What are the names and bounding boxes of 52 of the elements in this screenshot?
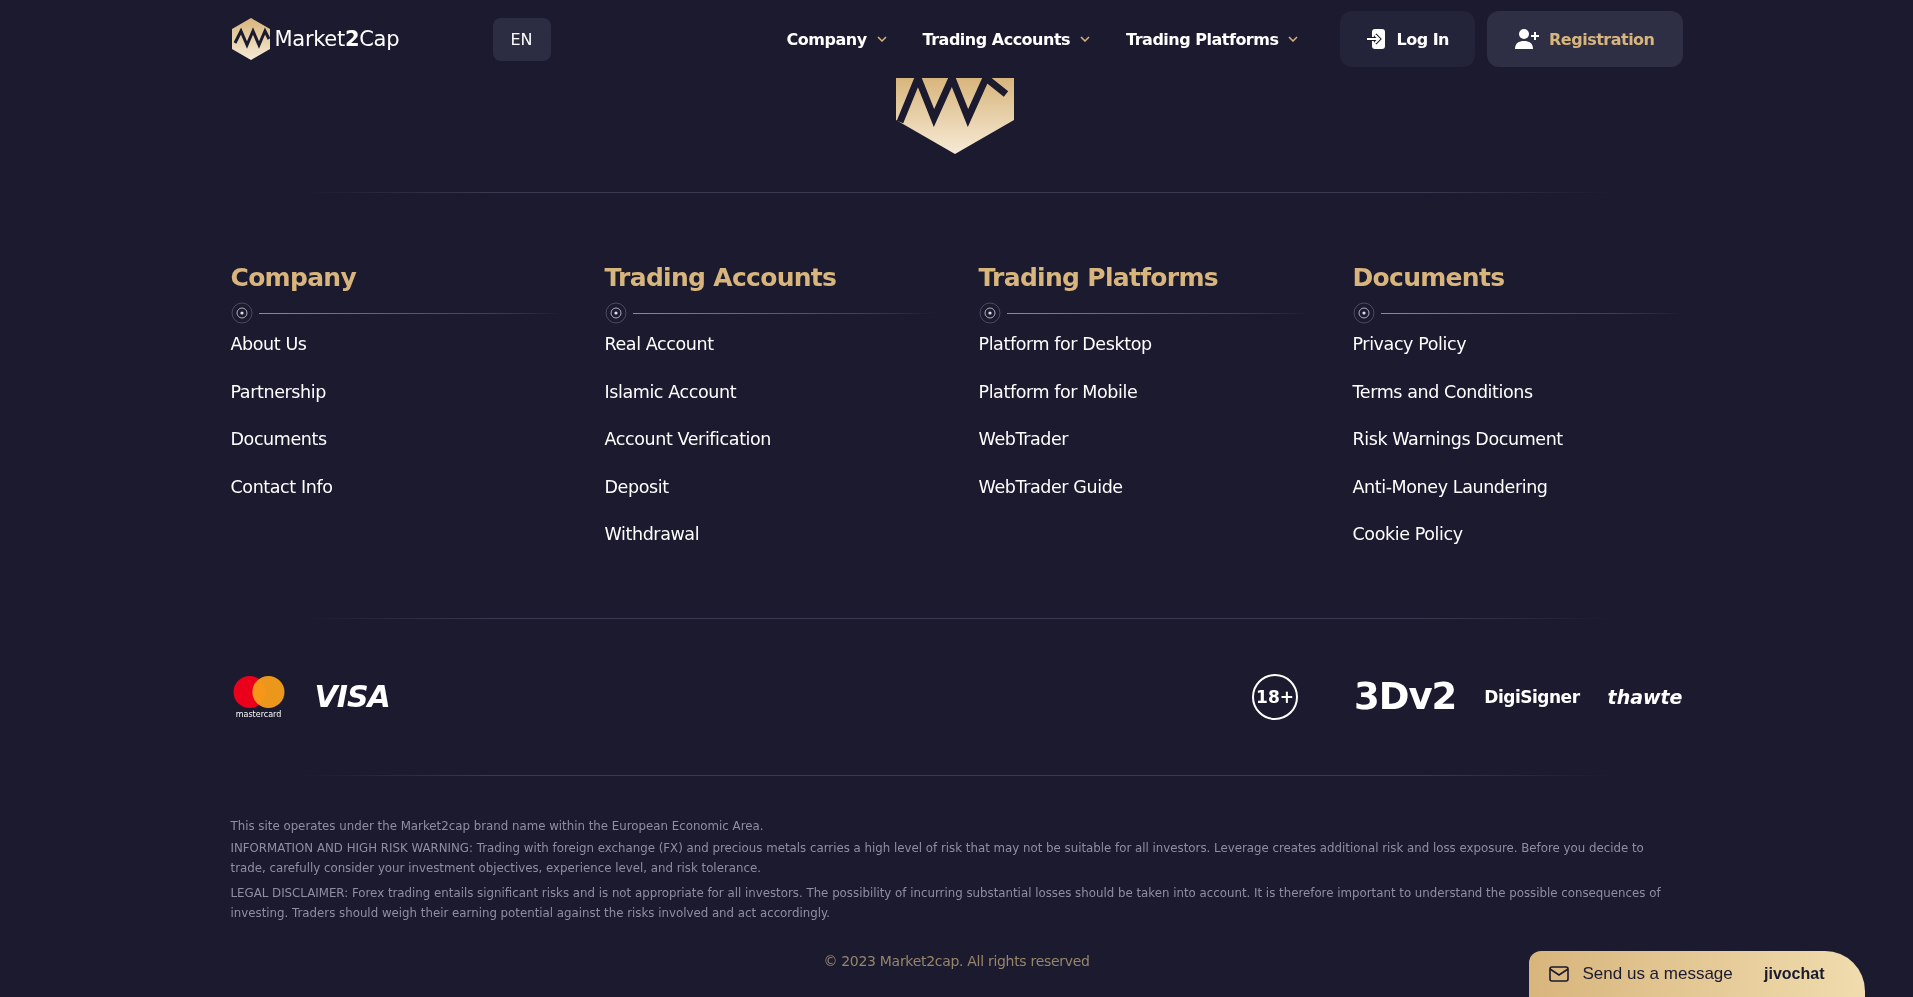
target-icon xyxy=(604,302,627,324)
column-heading: Company xyxy=(230,263,357,292)
footer-link[interactable]: WebTrader Guide xyxy=(978,472,1123,501)
footer-link[interactable]: Terms and Conditions xyxy=(1352,377,1533,406)
add-user-icon xyxy=(1515,28,1539,50)
login-button[interactable]: Log In xyxy=(1340,11,1475,67)
footer-link[interactable]: Documents xyxy=(230,425,327,453)
digisigner-logo: DigiSigner xyxy=(1484,686,1580,707)
disclaimer-text: LEGAL DISCLAIMER: Forex trading entails significant risks and is not appropriate for all investors. The possibility of incurring substantial losses should be taken into account. It is therefore important to understand the possible consequences of investing. Traders should weigh their earning potential against the risks involved and act accordingly. xyxy=(230,884,1662,922)
disclaimer-text: This site operates under the Market2cap brand name within the European Economic Area. xyxy=(230,817,765,835)
envelope-icon xyxy=(1548,966,1569,982)
chevron-down-icon xyxy=(1288,36,1299,42)
nav-menu-item[interactable]: Company xyxy=(786,29,887,49)
footer-link[interactable]: WebTrader xyxy=(978,425,1069,453)
footer-link[interactable]: Partnership xyxy=(230,377,326,406)
footer-link[interactable]: Privacy Policy xyxy=(1352,330,1467,358)
footer-link[interactable]: Risk Warnings Document xyxy=(1352,425,1563,453)
footer-link[interactable]: Real Account xyxy=(604,330,714,358)
footer-link[interactable]: Deposit xyxy=(604,472,669,501)
footer-link[interactable]: Platform for Mobile xyxy=(978,377,1138,406)
footer-link[interactable]: Platform for Desktop xyxy=(978,330,1152,358)
footer-link[interactable]: Anti-Money Laundering xyxy=(1352,472,1548,501)
footer-link[interactable]: Contact Info xyxy=(230,472,333,501)
column-heading: Trading Platforms xyxy=(978,263,1218,292)
disclaimer-text: INFORMATION AND HIGH RISK WARNING: Trading with foreign exchange (FX) and precious metals carries a high level of risk that may not be suitable for all investors. Leverage creates additional risk and loss exposure. Before you decide to trade, carefully consider your investment objectives, experience level, and risk tolerance. xyxy=(230,839,1645,877)
visa-logo: VISA xyxy=(314,679,390,714)
copyright-text: © 2023 Market2cap. All rights reserved xyxy=(822,952,1091,969)
footer-link[interactable]: Islamic Account xyxy=(604,377,737,406)
footer-link[interactable]: Withdrawal xyxy=(604,520,700,548)
secure-logo: 3Dv2 xyxy=(1354,675,1457,718)
target-icon xyxy=(978,302,1001,324)
footer-link[interactable]: Account Verification xyxy=(604,425,772,453)
chevron-down-icon xyxy=(1080,36,1091,42)
chat-widget-button[interactable]: Send us a message jivochat xyxy=(1528,951,1865,997)
age-restriction-badge: 18+ xyxy=(1252,673,1298,720)
login-icon xyxy=(1366,28,1387,50)
nav-menu-item[interactable]: Trading Platforms xyxy=(1126,29,1299,49)
logo-emblem-icon xyxy=(895,78,1014,154)
chevron-down-icon xyxy=(876,36,887,42)
logo-icon xyxy=(230,17,271,61)
mastercard-logo: mastercard xyxy=(230,674,287,719)
footer-link[interactable]: About Us xyxy=(230,330,307,358)
language-button[interactable]: EN xyxy=(492,17,551,61)
target-icon xyxy=(1352,302,1375,324)
registration-button[interactable]: Registration xyxy=(1487,11,1683,67)
target-icon xyxy=(230,302,253,324)
column-heading: Trading Accounts xyxy=(604,263,837,292)
column-heading: Documents xyxy=(1352,263,1505,292)
logo-text[interactable]: Market2Cap xyxy=(274,27,400,51)
footer-link[interactable]: Cookie Policy xyxy=(1352,520,1463,548)
thawte-logo: thawte xyxy=(1607,685,1683,708)
nav-menu-item[interactable]: Trading Accounts xyxy=(922,29,1091,49)
